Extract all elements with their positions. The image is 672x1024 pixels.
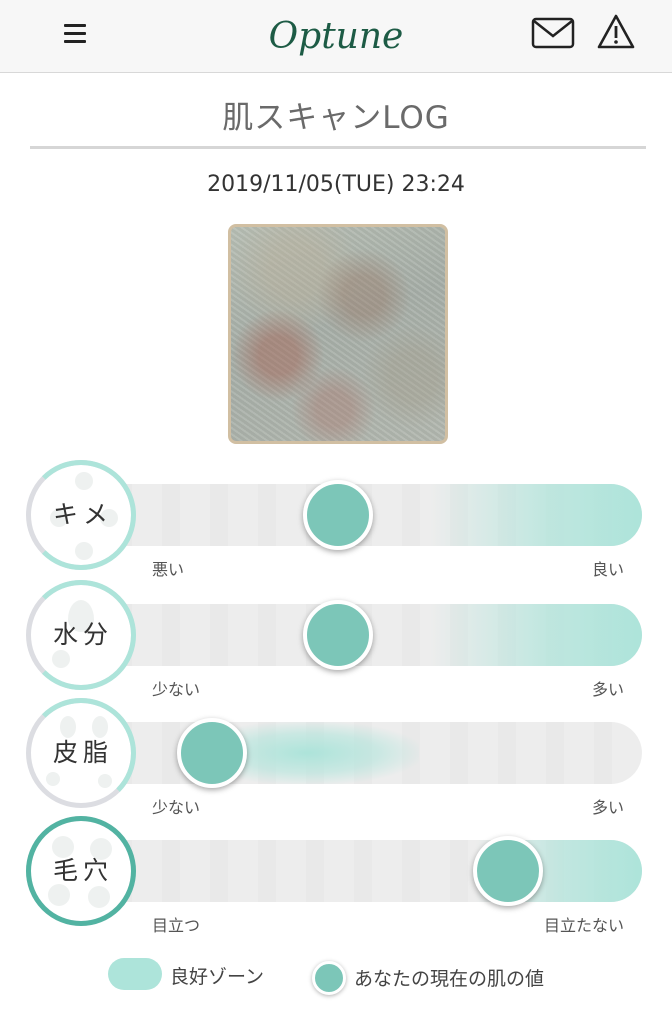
metric-label: 皮脂	[52, 738, 113, 767]
metric-track	[84, 840, 642, 902]
metric-pores: 毛穴 目立つ 目立たない	[0, 816, 672, 935]
metric-label: キメ	[52, 500, 113, 529]
metric-label: 水分	[52, 620, 113, 649]
scan-datetime: 2019/11/05(TUE) 23:24	[207, 172, 465, 197]
good-zone	[429, 604, 642, 666]
current-value-legend-label: あなたの現在の肌の値	[354, 968, 545, 990]
svg-text:Optune: Optune	[269, 16, 404, 57]
low-label: 少ない	[152, 680, 201, 699]
value-marker[interactable]	[302, 480, 373, 550]
metric-label: 毛穴	[52, 856, 113, 885]
good-zone-legend-label: 良好ゾーン	[170, 966, 265, 988]
metric-track	[84, 722, 642, 784]
skin-scan-photo[interactable]	[228, 224, 448, 444]
metric-badge: 皮脂	[26, 698, 136, 808]
value-marker[interactable]	[302, 600, 373, 670]
warning-icon[interactable]	[596, 12, 636, 52]
high-label: 多い	[591, 680, 624, 699]
optune-logo: Optune	[269, 16, 404, 57]
legend: 良好ゾーン あなたの現在の肌の値	[0, 952, 672, 998]
high-label: 目立たない	[543, 916, 624, 935]
metric-badge: 毛穴	[26, 816, 136, 926]
current-value-swatch	[312, 961, 346, 995]
high-label: 多い	[591, 798, 624, 817]
good-zone-swatch	[108, 958, 162, 990]
mail-icon[interactable]	[530, 14, 576, 52]
value-marker[interactable]	[177, 718, 248, 788]
high-label: 良い	[591, 560, 624, 579]
low-label: 目立つ	[152, 916, 201, 935]
hamburger-menu-icon[interactable]	[64, 22, 88, 46]
metric-sebum: 皮脂 少ない 多い	[0, 698, 672, 817]
title-divider	[30, 146, 646, 149]
value-marker[interactable]	[473, 836, 544, 906]
good-zone	[429, 484, 642, 546]
metric-moisture: 水分 少ない 多い	[0, 580, 672, 699]
low-label: 悪い	[152, 560, 185, 579]
metric-badge: キメ	[26, 460, 136, 570]
page-title: 肌スキャンLOG	[222, 100, 450, 136]
app-header: Optune	[0, 0, 672, 73]
low-label: 少ない	[152, 798, 201, 817]
metric-badge: 水分	[26, 580, 136, 690]
metric-kime: キメ 悪い 良い	[0, 460, 672, 579]
